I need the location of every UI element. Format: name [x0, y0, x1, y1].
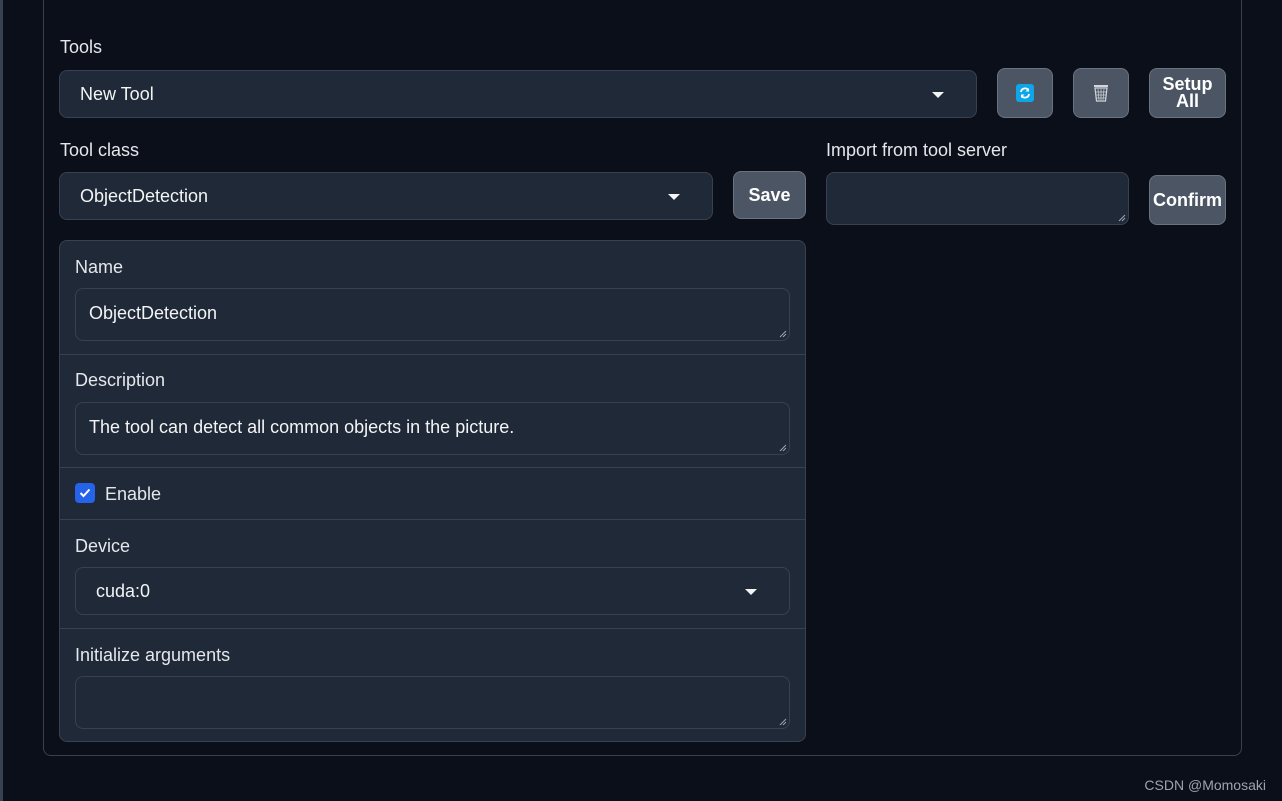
checkmark-icon	[79, 488, 91, 498]
init-args-label: Initialize arguments	[75, 645, 231, 665]
resize-handle-icon[interactable]	[1118, 214, 1126, 222]
chevron-down-icon	[668, 194, 680, 200]
tool-config-card: Name ObjectDetection Description The too…	[59, 240, 806, 742]
enable-checkbox[interactable]	[75, 483, 95, 503]
init-args-field[interactable]	[75, 676, 790, 729]
enable-label[interactable]: Enable	[105, 484, 161, 505]
description-label: Description	[75, 370, 166, 390]
save-button[interactable]: Save	[733, 171, 806, 219]
device-dropdown-value: cuda:0	[96, 580, 151, 601]
divider	[60, 354, 805, 355]
name-label: Name	[75, 257, 124, 277]
tools-label: Tools	[60, 37, 103, 57]
description-field-value: The tool can detect all common objects i…	[89, 417, 515, 437]
resize-handle-icon[interactable]	[779, 330, 787, 338]
refresh-button[interactable]	[997, 68, 1053, 118]
trash-icon	[1093, 84, 1109, 102]
tools-dropdown[interactable]: New Tool	[59, 70, 977, 118]
chevron-down-icon	[932, 92, 944, 98]
window-edge	[0, 0, 3, 801]
tools-dropdown-value: New Tool	[80, 83, 154, 104]
description-field[interactable]: The tool can detect all common objects i…	[75, 402, 790, 455]
tool-class-dropdown-value: ObjectDetection	[80, 185, 209, 206]
import-input[interactable]	[826, 172, 1129, 225]
confirm-button[interactable]: Confirm	[1149, 175, 1226, 225]
delete-button[interactable]	[1073, 68, 1129, 118]
device-dropdown[interactable]: cuda:0	[75, 567, 790, 615]
refresh-icon	[1016, 84, 1034, 102]
setup-all-line2: All	[1175, 91, 1199, 111]
resize-handle-icon[interactable]	[779, 444, 787, 452]
watermark: CSDN @Momosaki	[1144, 777, 1266, 793]
name-field-value: ObjectDetection	[89, 303, 218, 323]
divider	[60, 519, 805, 520]
setup-all-button[interactable]: Setup All	[1149, 68, 1226, 118]
tool-class-dropdown[interactable]: ObjectDetection	[59, 172, 713, 220]
import-label: Import from tool server	[826, 140, 1008, 160]
chevron-down-icon	[745, 589, 757, 595]
tool-class-label: Tool class	[60, 140, 140, 160]
resize-handle-icon[interactable]	[779, 718, 787, 726]
name-field[interactable]: ObjectDetection	[75, 288, 790, 341]
divider	[60, 628, 805, 629]
device-label: Device	[75, 536, 131, 556]
divider	[60, 467, 805, 468]
